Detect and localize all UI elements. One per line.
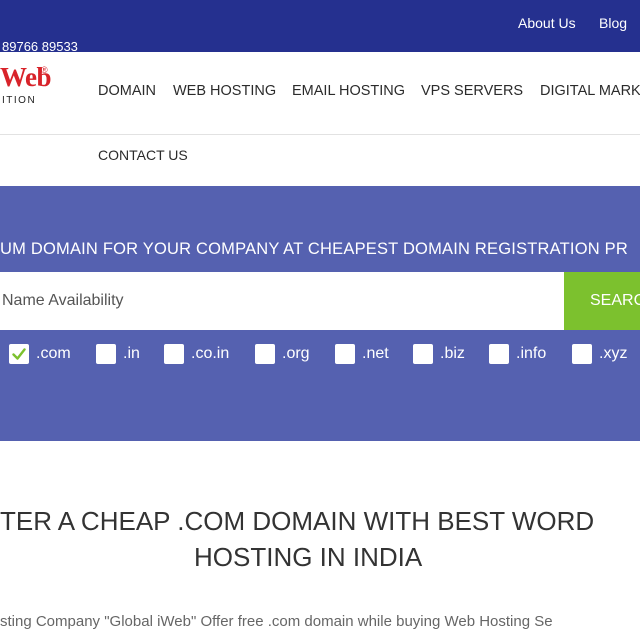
domain-search-input[interactable] — [0, 272, 564, 330]
nav-item-email-hosting[interactable]: EMAIL HOSTING — [292, 83, 405, 99]
headline-line-1: TER A CHEAP .COM DOMAIN WITH BEST WORD — [0, 506, 595, 536]
tld-checkbox[interactable] — [335, 344, 355, 364]
hero-title: UM DOMAIN FOR YOUR COMPANY AT CHEAPEST D… — [0, 240, 628, 258]
tld-option-com[interactable]: .com — [9, 343, 79, 365]
search-button[interactable]: SEARCH — [564, 272, 640, 330]
tld-label: .com — [36, 345, 71, 362]
nav-item-web-hosting[interactable]: WEB HOSTING — [173, 83, 276, 99]
headline-line-2: HOSTING IN INDIA — [194, 542, 423, 572]
tld-label: .in — [123, 345, 140, 362]
tld-option-org[interactable]: .org — [255, 343, 317, 365]
nav-item-digital-marketing[interactable]: DIGITAL MARK — [540, 83, 640, 99]
nav-item-contact-us[interactable]: CONTACT US — [98, 147, 188, 163]
logo-subtitle: ITION — [2, 95, 37, 106]
tld-label: .net — [362, 345, 389, 362]
tld-checkbox[interactable] — [255, 344, 275, 364]
intro-text: sting Company "Global iWeb" Offer free .… — [0, 613, 553, 630]
about-us-link[interactable]: About Us — [518, 15, 576, 31]
tld-checkbox[interactable] — [413, 344, 433, 364]
blog-link[interactable]: Blog — [599, 15, 627, 31]
check-icon — [12, 348, 26, 360]
tld-option-in[interactable]: .in — [96, 343, 146, 365]
tld-label: .org — [282, 345, 310, 362]
tld-label: .biz — [440, 345, 465, 362]
tld-checkbox[interactable] — [572, 344, 592, 364]
tld-checkbox[interactable] — [9, 344, 29, 364]
tld-label: .xyz — [599, 345, 628, 362]
tld-label: .co.in — [191, 345, 230, 362]
tld-label: .info — [516, 345, 547, 362]
top-bar: 89766 89533 About Us Blog — [0, 0, 640, 54]
tld-option-co-in[interactable]: .co.in — [164, 343, 238, 365]
nav-item-vps-servers[interactable]: VPS SERVERS — [421, 83, 523, 99]
tld-checkbox[interactable] — [489, 344, 509, 364]
registered-mark: ® — [41, 65, 48, 75]
tld-checkbox[interactable] — [96, 344, 116, 364]
nav-item-domain[interactable]: DOMAIN — [98, 83, 156, 99]
tld-option-net[interactable]: .net — [335, 343, 395, 365]
tld-option-xyz[interactable]: .xyz — [572, 343, 634, 365]
tld-option-info[interactable]: .info — [489, 343, 555, 365]
tld-checkbox[interactable] — [164, 344, 184, 364]
tld-option-biz[interactable]: .biz — [413, 343, 471, 365]
